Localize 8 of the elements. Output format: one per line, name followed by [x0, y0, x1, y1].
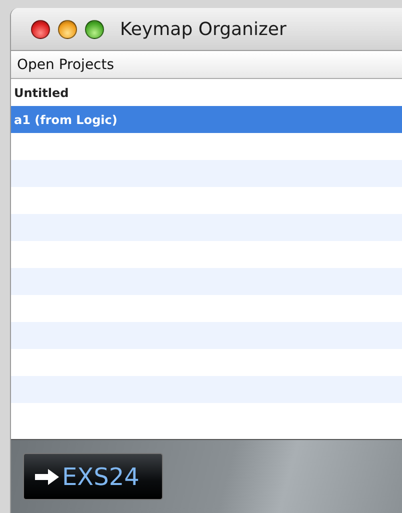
arrow-icon: [34, 468, 60, 486]
close-button[interactable]: [31, 20, 50, 38]
project-row[interactable]: Untitled: [11, 79, 402, 106]
window-title: Keymap Organizer: [120, 18, 286, 40]
minimize-button[interactable]: [58, 20, 77, 38]
exs24-button[interactable]: EXS24: [23, 453, 163, 500]
project-row[interactable]: a1 (from Logic): [11, 106, 402, 133]
zoom-button[interactable]: [85, 20, 104, 38]
